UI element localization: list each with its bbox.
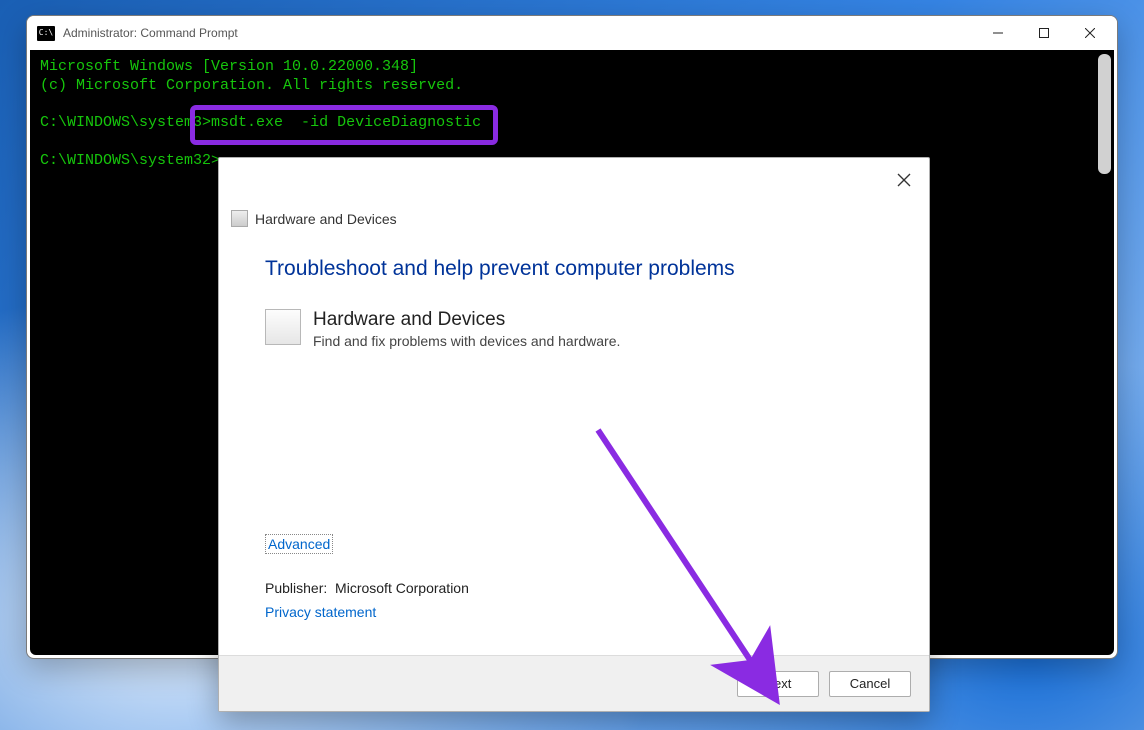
close-button[interactable] [1067, 18, 1113, 48]
cmd-prompt-1-command: msdt.exe -id DeviceDiagnostic [211, 114, 481, 131]
privacy-statement-link[interactable]: Privacy statement [265, 604, 883, 620]
dialog-subtitle: Hardware and Devices [313, 309, 620, 331]
hardware-icon [231, 210, 248, 227]
publisher-line: Publisher: Microsoft Corporation [265, 580, 883, 596]
dialog-header: Hardware and Devices [219, 158, 929, 227]
maximize-button[interactable] [1021, 18, 1067, 48]
minimize-button[interactable] [975, 18, 1021, 48]
dialog-close-button[interactable] [896, 172, 911, 187]
dialog-description: Find and fix problems with devices and h… [313, 333, 620, 349]
troubleshooter-dialog: Hardware and Devices Troubleshoot and he… [218, 157, 930, 712]
publisher-label: Publisher: [265, 580, 327, 596]
dialog-footer: Next Cancel [219, 655, 929, 711]
advanced-link[interactable]: Advanced [265, 534, 333, 554]
device-box-icon [265, 309, 301, 345]
dialog-heading: Troubleshoot and help prevent computer p… [265, 257, 883, 281]
cmd-prompt-2: C:\WINDOWS\system32> [40, 152, 220, 169]
cmd-scrollbar-thumb[interactable] [1098, 54, 1111, 174]
cancel-button[interactable]: Cancel [829, 671, 911, 697]
dialog-header-text: Hardware and Devices [255, 211, 397, 227]
next-button[interactable]: Next [737, 671, 819, 697]
cmd-line-2: (c) Microsoft Corporation. All rights re… [40, 77, 463, 94]
cmd-titlebar[interactable]: C:\ Administrator: Command Prompt [27, 16, 1117, 50]
cmd-icon: C:\ [37, 26, 55, 41]
cmd-line-1: Microsoft Windows [Version 10.0.22000.34… [40, 58, 418, 75]
cmd-title: Administrator: Command Prompt [63, 26, 975, 40]
publisher-value: Microsoft Corporation [335, 580, 469, 596]
cmd-prompt-1-prefix: C:\WINDOWS\system3 [40, 114, 202, 131]
cmd-prompt-1-gt: > [202, 114, 211, 131]
